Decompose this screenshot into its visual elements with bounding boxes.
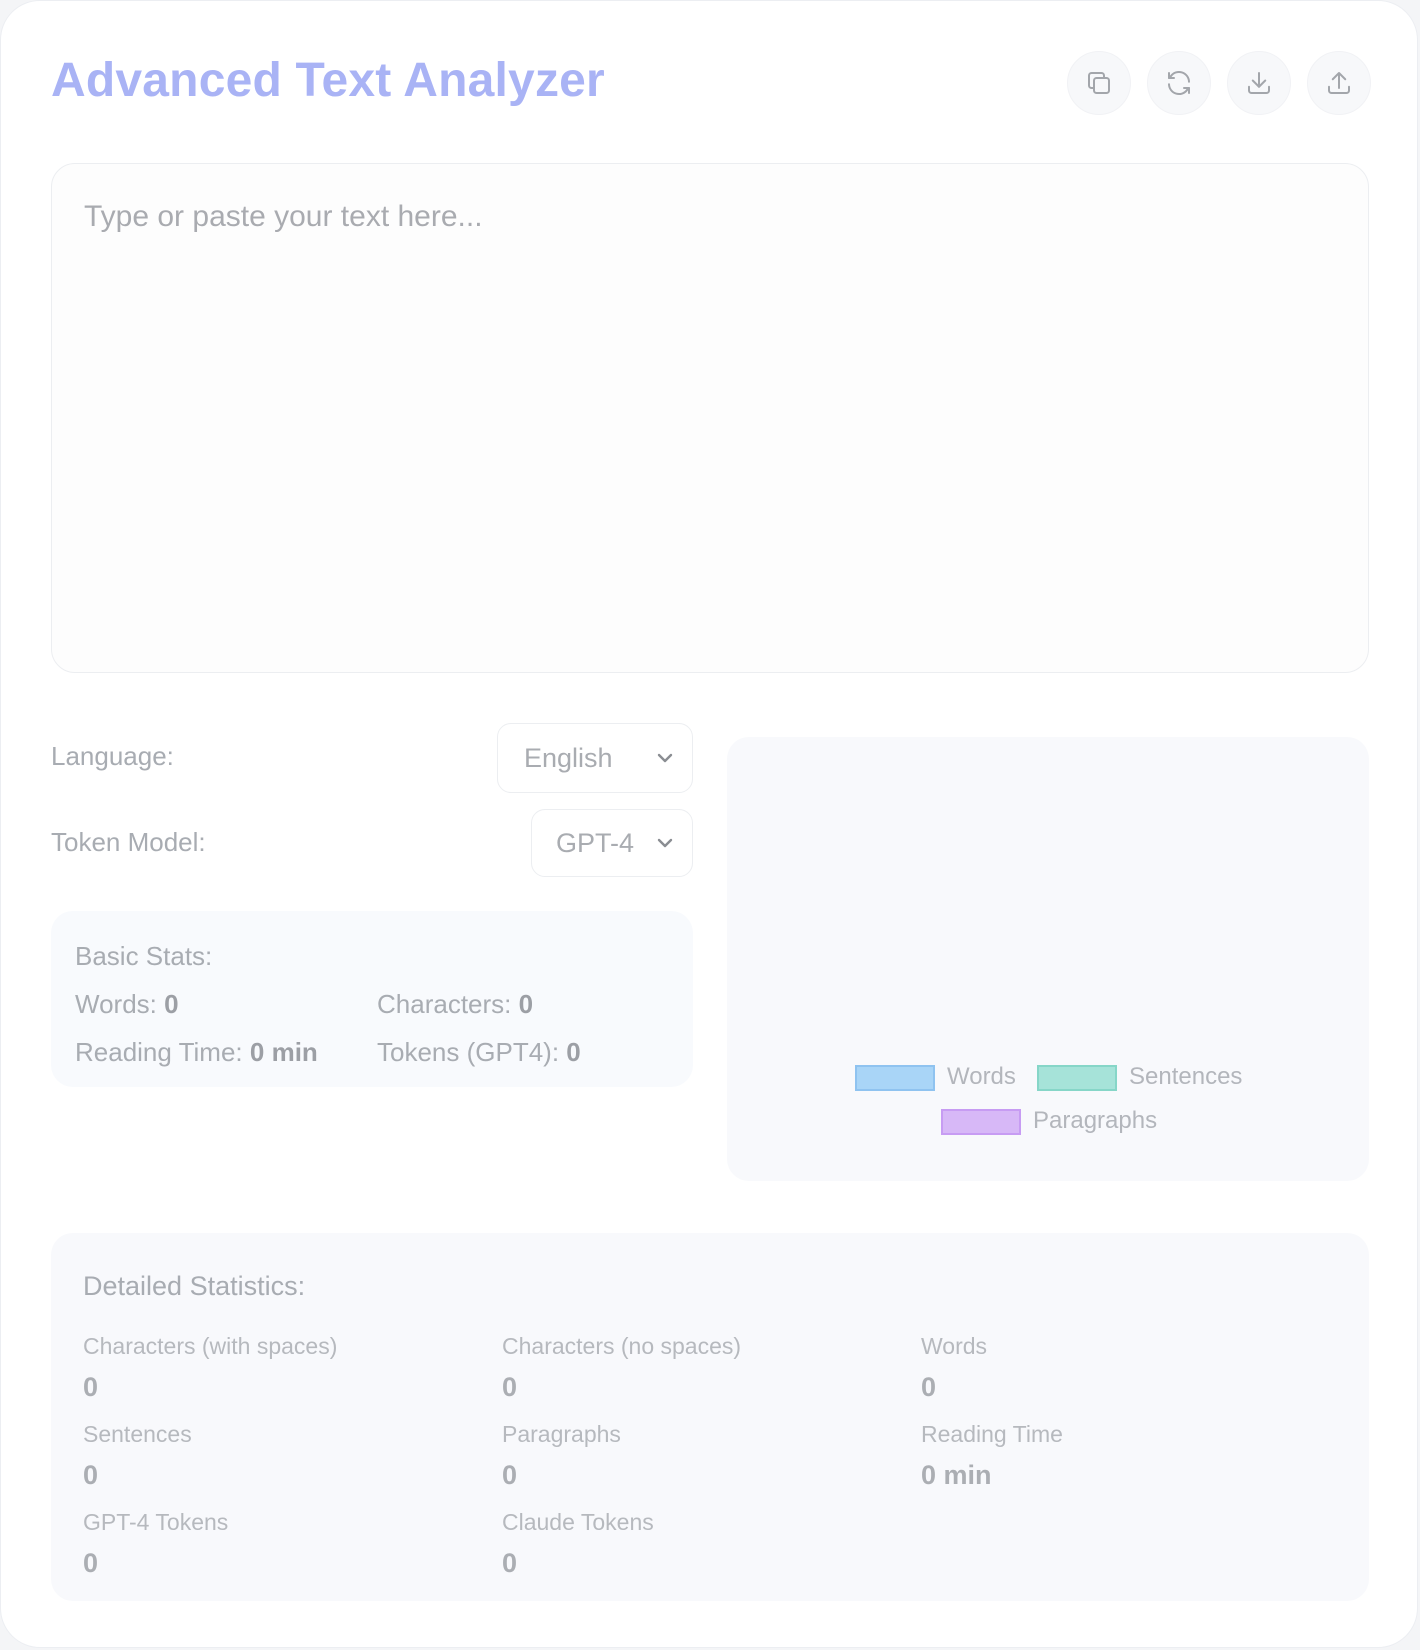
language-select[interactable]: English <box>497 723 693 793</box>
basic-stat-value: 0 <box>164 989 179 1019</box>
copy-button[interactable] <box>1067 51 1131 115</box>
detail-stat-value: 0 <box>921 1372 937 1402</box>
detail-stat-label: Words <box>921 1333 988 1359</box>
language-select-value: English <box>524 742 613 773</box>
copy-icon <box>1088 72 1110 94</box>
basic-stat-value: 0 <box>518 989 534 1019</box>
legend-swatch-sentences[interactable] <box>1037 1065 1117 1091</box>
basic-stats-heading: Basic Stats: <box>75 941 213 971</box>
download-button[interactable] <box>1227 51 1291 115</box>
chevron-down-icon <box>657 838 673 848</box>
legend-swatch-words[interactable] <box>855 1065 935 1091</box>
detail-stat-claude-tokens: Claude Tokens 0 <box>502 1509 654 1579</box>
detail-stat-paragraphs: Paragraphs 0 <box>502 1421 621 1491</box>
detail-stat-label: Claude Tokens <box>502 1509 654 1535</box>
basic-stat-tokens: Tokens (GPT4): 0 <box>377 1037 581 1068</box>
detail-stat-value: 0 <box>502 1548 518 1578</box>
detail-stat-value: 0 <box>502 1372 518 1402</box>
legend-swatch-paragraphs[interactable] <box>941 1109 1021 1135</box>
token-model-select[interactable]: GPT-4 <box>531 809 693 877</box>
refresh-icon <box>1168 70 1190 96</box>
page-title: Advanced Text Analyzer <box>51 54 605 107</box>
download-icon <box>1248 72 1270 94</box>
basic-stat-words: Words: 0 <box>75 989 179 1020</box>
refresh-button[interactable] <box>1147 51 1211 115</box>
detailed-stats-panel: Detailed Statistics: Characters (with sp… <box>51 1233 1369 1601</box>
detail-stat-label: Characters (with spaces) <box>83 1333 338 1359</box>
upload-icon <box>1328 72 1350 94</box>
detail-stat-sentences: Sentences 0 <box>83 1421 192 1491</box>
basic-stat-reading-time: Reading Time: 0 min <box>75 1037 318 1068</box>
detail-stat-words: Words 0 <box>921 1333 987 1403</box>
token-model-select-value: GPT-4 <box>556 827 635 858</box>
token-model-label: Token Model: <box>51 827 206 857</box>
detail-stat-reading-time: Reading Time 0 min <box>921 1421 1063 1491</box>
detail-stat-label: Sentences <box>83 1421 192 1447</box>
upload-button[interactable] <box>1307 51 1371 115</box>
detail-stat-value: 0 min <box>921 1460 992 1490</box>
detail-stat-value: 0 <box>83 1548 99 1578</box>
chevron-down-icon <box>657 753 673 763</box>
basic-stat-value: 0 min <box>249 1037 318 1067</box>
analyzer-card: Advanced Text Analyzer Type or paste you… <box>0 0 1418 1648</box>
basic-stat-characters: Characters: 0 <box>377 989 533 1020</box>
detail-stat-value: 0 <box>502 1460 518 1490</box>
stats-chart: Words Sentences Paragraphs <box>727 737 1369 1181</box>
detail-stat-chars-no-spaces: Characters (no spaces) 0 <box>502 1333 741 1403</box>
detail-stat-label: GPT-4 Tokens <box>83 1509 229 1535</box>
detail-stat-label: Paragraphs <box>502 1421 621 1447</box>
basic-stats-panel: Basic Stats: Words: 0 Characters: 0 Read… <box>51 911 693 1087</box>
legend-label-paragraphs[interactable]: Paragraphs <box>1033 1107 1157 1135</box>
detail-stat-label: Reading Time <box>921 1421 1063 1447</box>
detail-stat-value: 0 <box>83 1460 99 1490</box>
basic-stat-label: Words: <box>75 989 157 1019</box>
detail-stat-gpt4-tokens: GPT-4 Tokens 0 <box>83 1509 228 1579</box>
text-input[interactable] <box>51 163 1369 673</box>
detail-stat-chars-with-spaces: Characters (with spaces) 0 <box>83 1333 337 1403</box>
basic-stat-label: Characters: <box>377 989 512 1019</box>
legend-label-sentences[interactable]: Sentences <box>1129 1063 1242 1091</box>
detail-stat-label: Characters (no spaces) <box>502 1333 742 1359</box>
toolbar <box>1067 51 1371 115</box>
basic-stat-label: Tokens (GPT4): <box>377 1037 560 1067</box>
language-label: Language: <box>51 741 174 771</box>
basic-stat-value: 0 <box>566 1037 581 1067</box>
basic-stat-label: Reading Time: <box>75 1037 243 1067</box>
detail-stat-value: 0 <box>83 1372 99 1402</box>
legend-label-words[interactable]: Words <box>947 1063 1016 1091</box>
detailed-stats-heading: Detailed Statistics: <box>83 1271 306 1301</box>
